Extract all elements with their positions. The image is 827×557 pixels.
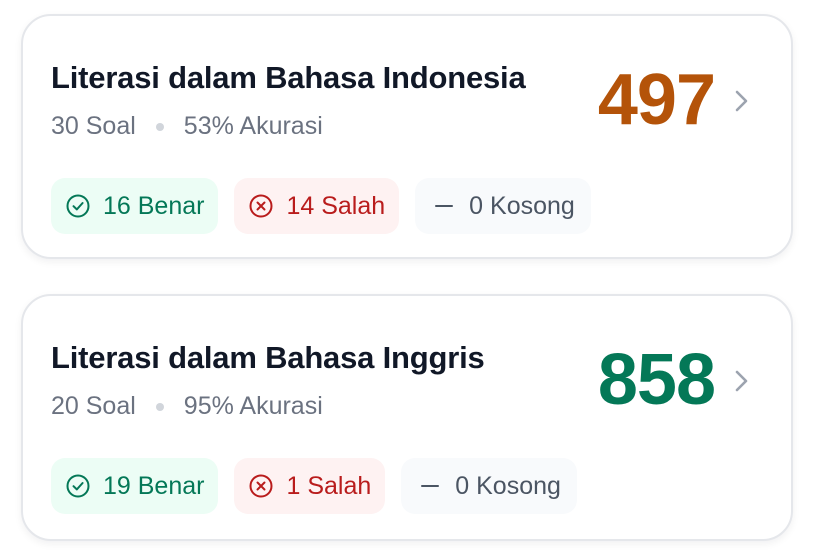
correct-count: 19 Benar xyxy=(103,471,205,500)
answer-summary: 16 Benar 14 Salah 0 Kosong xyxy=(51,178,591,234)
separator-dot xyxy=(155,122,164,131)
correct-badge: 19 Benar xyxy=(51,458,219,514)
subtest-meta: 30 Soal 53% Akurasi xyxy=(51,112,323,141)
accuracy-value: 53% Akurasi xyxy=(183,112,323,140)
minus-icon xyxy=(421,485,440,487)
subtest-title: Literasi dalam Bahasa Inggris xyxy=(51,340,485,375)
subtest-title: Literasi dalam Bahasa Indonesia xyxy=(51,60,526,95)
empty-badge: 0 Kosong xyxy=(401,458,577,514)
accuracy-value: 95% Akurasi xyxy=(183,392,323,420)
minus-icon xyxy=(435,205,454,207)
chevron-right-icon[interactable] xyxy=(731,88,751,114)
correct-count: 16 Benar xyxy=(103,191,205,220)
chevron-right-icon[interactable] xyxy=(731,368,751,394)
wrong-count: 14 Salah xyxy=(286,191,386,220)
result-list: Literasi dalam Bahasa Indonesia 30 Soal … xyxy=(0,0,827,557)
subtest-card-bahasa-inggris[interactable]: Literasi dalam Bahasa Inggris 20 Soal 95… xyxy=(21,294,793,541)
wrong-count: 1 Salah xyxy=(286,471,372,500)
separator-dot xyxy=(155,402,164,411)
empty-badge: 0 Kosong xyxy=(415,178,591,234)
subtest-card-bahasa-indonesia[interactable]: Literasi dalam Bahasa Indonesia 30 Soal … xyxy=(21,14,793,259)
answer-summary: 19 Benar 1 Salah 0 Kosong xyxy=(51,458,577,514)
subtest-score: 497 xyxy=(597,60,716,140)
wrong-badge: 14 Salah xyxy=(234,178,400,234)
empty-count: 0 Kosong xyxy=(455,471,561,500)
question-count: 20 Soal xyxy=(51,392,136,420)
x-circle-icon xyxy=(249,474,273,498)
wrong-badge: 1 Salah xyxy=(234,458,386,514)
check-circle-icon xyxy=(66,194,90,218)
check-circle-icon xyxy=(66,474,90,498)
subtest-score: 858 xyxy=(597,340,716,420)
correct-badge: 16 Benar xyxy=(51,178,219,234)
question-count: 30 Soal xyxy=(51,112,136,140)
x-circle-icon xyxy=(249,194,273,218)
subtest-meta: 20 Soal 95% Akurasi xyxy=(51,392,323,421)
empty-count: 0 Kosong xyxy=(469,191,575,220)
